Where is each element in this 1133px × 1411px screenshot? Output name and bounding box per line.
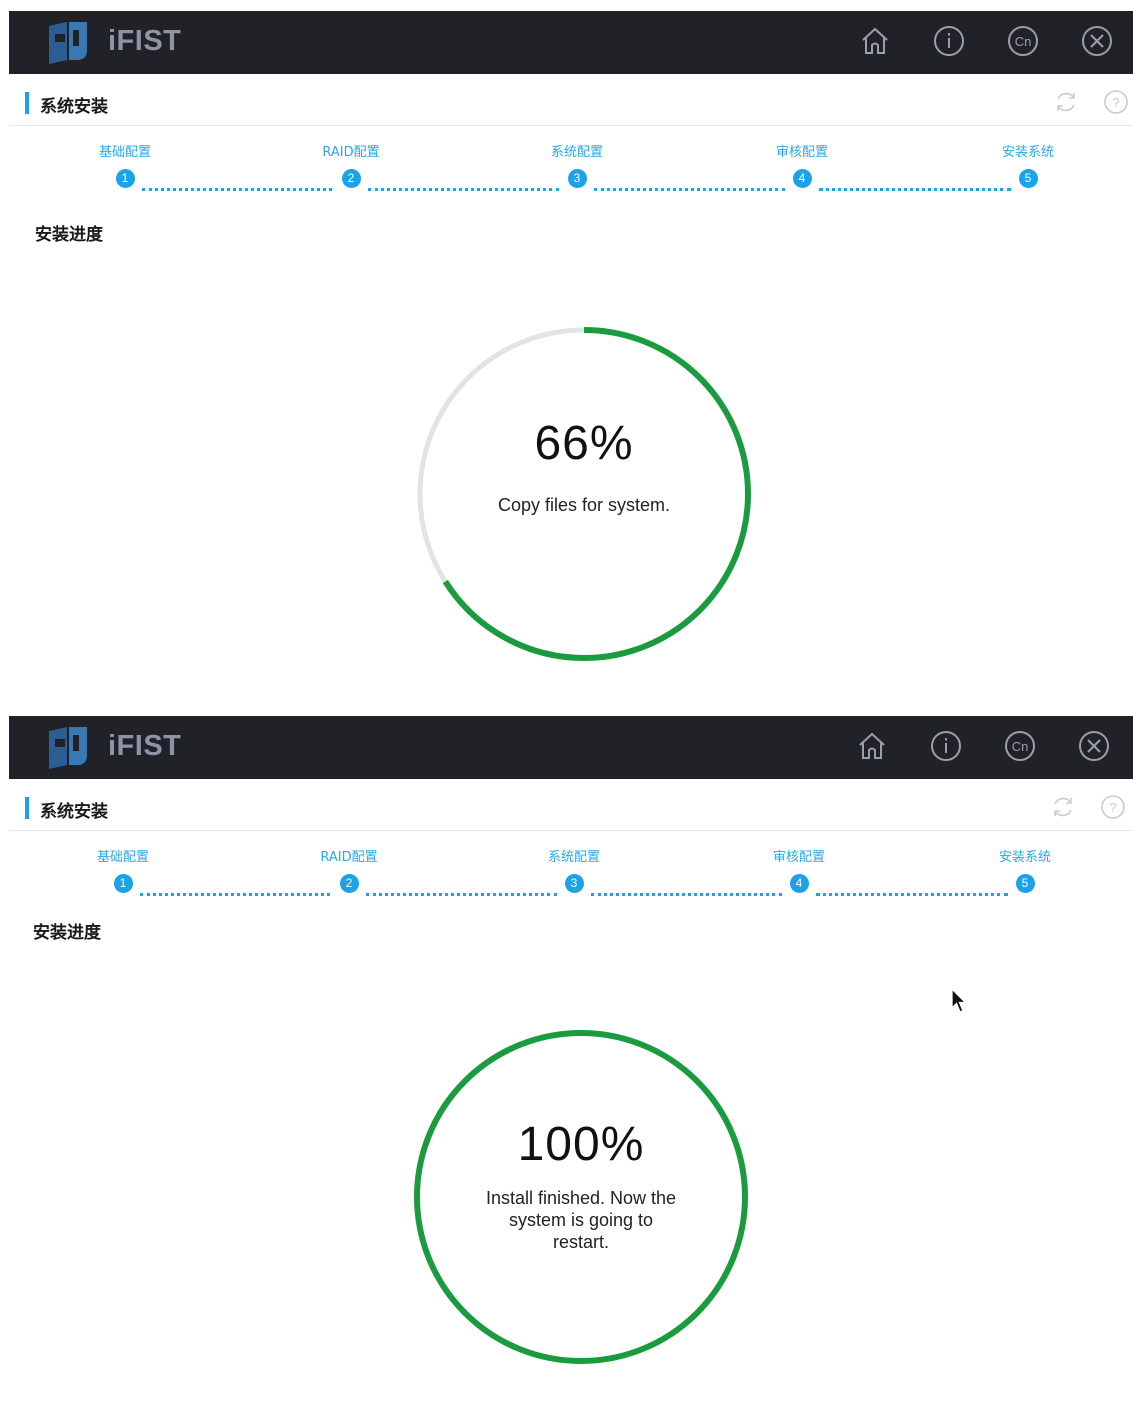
- step-connector: [368, 188, 559, 191]
- language-cn-icon[interactable]: Cn: [1003, 729, 1037, 763]
- step-4[interactable]: 审核配置 4: [722, 143, 882, 188]
- install-stepper: 基础配置 1 RAID配置 2 系统配置 3 审核配置 4 安装系统 5: [9, 126, 1133, 206]
- info-icon[interactable]: [932, 24, 966, 58]
- progress-percent: 66%: [534, 417, 634, 470]
- step-connector: [816, 893, 1008, 896]
- step-4[interactable]: 审核配置 4: [719, 848, 879, 893]
- ifist-logo-icon: [49, 22, 87, 64]
- step-label: 审核配置: [775, 145, 828, 160]
- progress-percent: 100%: [517, 1118, 645, 1171]
- step-connector: [819, 188, 1011, 191]
- step-1[interactable]: 基础配置 1: [43, 848, 203, 893]
- step-1[interactable]: 基础配置 1: [45, 143, 205, 188]
- home-icon[interactable]: [858, 24, 892, 58]
- close-icon[interactable]: [1077, 729, 1111, 763]
- app-name: iFIST: [108, 25, 182, 57]
- step-5[interactable]: 安装系统 5: [948, 143, 1108, 188]
- refresh-icon[interactable]: [1050, 794, 1076, 820]
- step-label: 审核配置: [772, 850, 825, 865]
- install-stepper: 基础配置 1 RAID配置 2 系统配置 3 审核配置 4 安装系统 5: [9, 831, 1133, 911]
- title-bar: iFIST Cn: [9, 716, 1133, 779]
- step-number: 4: [792, 169, 812, 188]
- app-name: iFIST: [108, 730, 182, 762]
- install-screen-finished: iFIST Cn 系统安装 ? 基础配置 1 RAID配置 2 系统配置 3 审…: [9, 716, 1133, 1406]
- step-5[interactable]: 安装系统 5: [945, 848, 1105, 893]
- step-number: 3: [564, 874, 584, 893]
- step-number: 5: [1015, 874, 1035, 893]
- section-accent-bar: [25, 797, 29, 819]
- step-number: 4: [789, 874, 809, 893]
- step-2[interactable]: RAID配置 2: [269, 848, 429, 893]
- language-cn-text: Cn: [1012, 739, 1029, 754]
- progress-message: Copy files for system.: [497, 495, 671, 515]
- step-label: 系统配置: [550, 145, 603, 160]
- step-number: 5: [1018, 169, 1038, 188]
- step-3[interactable]: 系统配置 3: [497, 143, 657, 188]
- progress-message: Install finished. Now the system is goin…: [485, 1188, 677, 1252]
- step-number: 3: [567, 169, 587, 188]
- svg-text:?: ?: [1112, 95, 1119, 110]
- section-header: 系统安装 ?: [9, 779, 1133, 831]
- step-3[interactable]: 系统配置 3: [494, 848, 654, 893]
- help-icon[interactable]: ?: [1103, 89, 1129, 115]
- section-accent-bar: [25, 92, 29, 114]
- mouse-cursor-icon: [951, 988, 968, 1013]
- home-icon[interactable]: [855, 729, 889, 763]
- step-connector: [366, 893, 557, 896]
- progress-title: 安装进度: [33, 923, 101, 943]
- step-2[interactable]: RAID配置 2: [271, 143, 431, 188]
- language-cn-icon[interactable]: Cn: [1006, 24, 1040, 58]
- section-title: 系统安装: [40, 97, 108, 117]
- step-label: 安装系统: [998, 850, 1051, 865]
- svg-text:?: ?: [1109, 800, 1116, 815]
- step-label: RAID配置: [322, 145, 380, 160]
- install-screen-progress: iFIST Cn 系统安装 ? 基础配置 1 RAID配置 2 系统配置 3 审…: [9, 11, 1133, 700]
- progress-ring: 66% Copy files for system.: [414, 324, 754, 664]
- progress-ring: 100% Install finished. Now the system is…: [411, 1027, 751, 1367]
- help-icon[interactable]: ?: [1100, 794, 1126, 820]
- step-label: 安装系统: [1001, 145, 1054, 160]
- refresh-icon[interactable]: [1053, 89, 1079, 115]
- section-title: 系统安装: [40, 802, 108, 822]
- step-label: 基础配置: [98, 145, 151, 160]
- step-label: 系统配置: [547, 850, 600, 865]
- step-number: 1: [113, 874, 133, 893]
- title-bar: iFIST Cn: [9, 11, 1133, 74]
- ifist-logo-icon: [49, 727, 87, 769]
- step-number: 2: [341, 169, 361, 188]
- step-label: RAID配置: [320, 850, 378, 865]
- step-number: 1: [115, 169, 135, 188]
- step-connector: [591, 893, 782, 896]
- step-connector: [594, 188, 785, 191]
- step-label: 基础配置: [96, 850, 149, 865]
- step-number: 2: [339, 874, 359, 893]
- section-header: 系统安装 ?: [9, 74, 1133, 126]
- progress-title: 安装进度: [35, 225, 103, 245]
- info-icon[interactable]: [929, 729, 963, 763]
- close-icon[interactable]: [1080, 24, 1114, 58]
- step-connector: [142, 188, 332, 191]
- language-cn-text: Cn: [1015, 34, 1032, 49]
- step-connector: [140, 893, 330, 896]
